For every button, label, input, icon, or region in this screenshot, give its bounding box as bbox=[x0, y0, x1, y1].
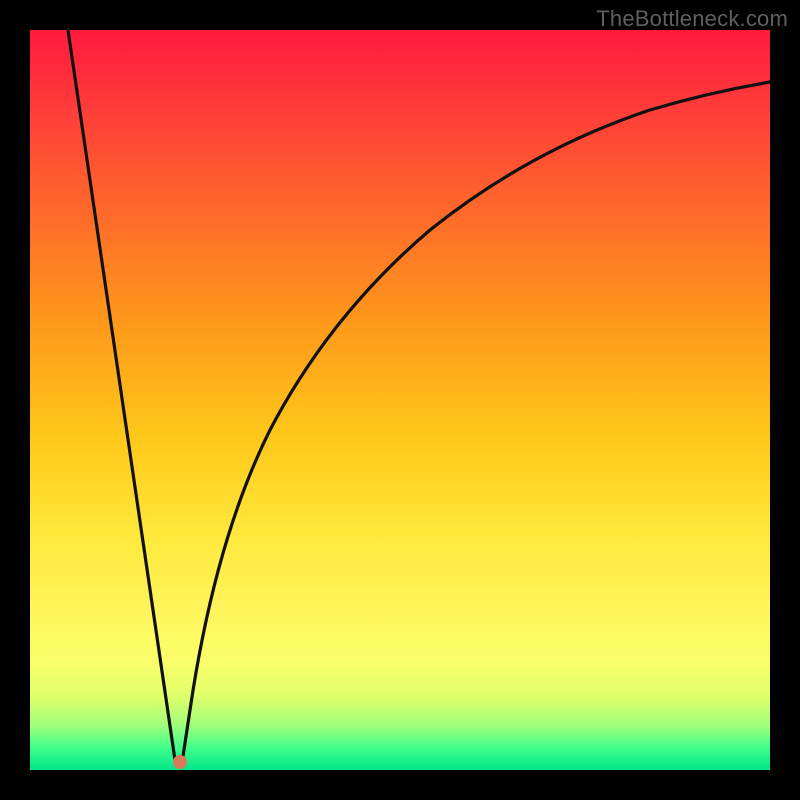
bottleneck-curve bbox=[30, 30, 770, 770]
plot-area bbox=[30, 30, 770, 770]
curve-right-limb bbox=[182, 82, 770, 763]
curve-left-limb bbox=[68, 30, 175, 760]
chart-frame: TheBottleneck.com bbox=[0, 0, 800, 800]
vertex-marker bbox=[173, 755, 187, 769]
watermark-text: TheBottleneck.com bbox=[596, 6, 788, 32]
